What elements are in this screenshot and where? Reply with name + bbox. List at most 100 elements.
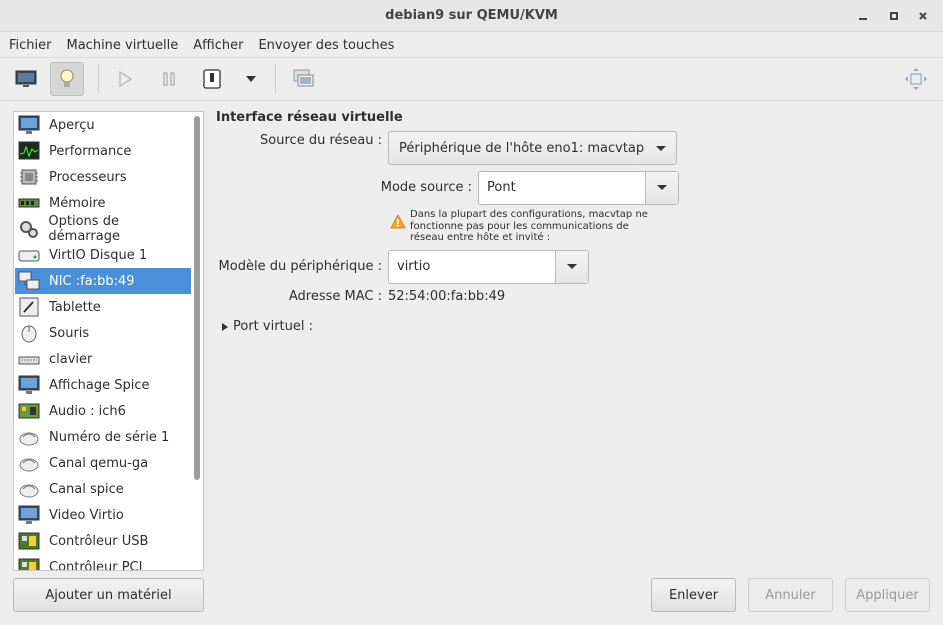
console-view-button[interactable] xyxy=(9,62,43,96)
hardware-list-item[interactable]: Canal qemu-ga xyxy=(15,450,191,476)
snapshots-button[interactable] xyxy=(287,62,321,96)
hardware-list-item[interactable]: clavier xyxy=(15,346,191,372)
minimize-icon[interactable] xyxy=(855,8,871,24)
virtual-port-label: Port virtuel : xyxy=(233,319,314,334)
macvtap-warning-text: Dans la plupart des configurations, macv… xyxy=(410,209,648,243)
video-monitor-icon xyxy=(17,504,41,526)
network-source-value: Périphérique de l'hôte eno1: macvtap xyxy=(399,140,645,156)
hardware-list-items: Aperçu Performance Processeurs Mémoire Optio… xyxy=(15,112,191,571)
network-source-label: Source du réseau : xyxy=(260,133,382,148)
close-icon[interactable] xyxy=(915,8,931,24)
virtual-port-expander[interactable]: Port virtuel : xyxy=(221,319,313,334)
hardware-list-item[interactable]: Processeurs xyxy=(15,164,191,190)
hardware-list-item[interactable]: Aperçu xyxy=(15,112,191,138)
power-switch-icon xyxy=(203,69,221,89)
tablet-icon xyxy=(17,296,41,318)
details-view-button[interactable] xyxy=(50,62,84,96)
hardware-list-item-label: Options de démarrage xyxy=(48,214,120,244)
hardware-list-item-label: Audio : ich6 xyxy=(49,403,126,419)
hardware-list-item[interactable]: Souris xyxy=(15,320,191,346)
memory-module-icon xyxy=(17,192,41,214)
hardware-list-item[interactable]: VirtIO Disque 1 xyxy=(15,242,191,268)
hardware-list[interactable]: Aperçu Performance Processeurs Mémoire Optio… xyxy=(13,111,204,571)
monitor-icon xyxy=(15,70,37,87)
channel-icon xyxy=(17,452,41,474)
hardware-list-item-label: Souris xyxy=(49,325,90,341)
hardware-list-item-label: Tablette xyxy=(49,299,101,315)
hardware-list-item-label: Mémoire xyxy=(49,195,106,211)
menu-view[interactable]: Afficher xyxy=(193,38,243,53)
expander-arrow-icon xyxy=(222,322,228,331)
remove-button[interactable]: Enlever xyxy=(651,578,736,612)
device-model-combo[interactable]: virtio xyxy=(388,250,589,284)
warning-icon xyxy=(390,214,406,229)
hardware-list-item[interactable]: Performance xyxy=(15,138,191,164)
hardware-list-item-label: NIC :fa:bb:49 xyxy=(49,273,135,289)
hardware-list-item-label: Affichage Spice xyxy=(49,377,150,393)
serial-port-icon xyxy=(17,426,41,448)
hardware-list-item-label: Numéro de série 1 xyxy=(49,429,170,445)
keyboard-icon xyxy=(17,348,41,370)
hardware-list-item[interactable]: Canal spice xyxy=(15,476,191,502)
hardware-list-item-label: Contrôleur PCI xyxy=(49,559,143,571)
cancel-button[interactable]: Annuler xyxy=(748,578,833,612)
channel-icon xyxy=(17,478,41,500)
apply-button[interactable]: Appliquer xyxy=(845,578,930,612)
network-source-select[interactable]: Périphérique de l'hôte eno1: macvtap xyxy=(388,131,677,165)
chevron-down-icon xyxy=(656,146,666,151)
toolbar xyxy=(0,57,943,101)
menu-send-keys[interactable]: Envoyer des touches xyxy=(258,38,394,53)
hardware-list-item[interactable]: Affichage Spice xyxy=(15,372,191,398)
hardware-list-item-label: Aperçu xyxy=(49,117,95,133)
performance-chart-icon xyxy=(17,140,41,162)
hardware-list-item[interactable]: Numéro de série 1 xyxy=(15,424,191,450)
shutdown-menu-button[interactable] xyxy=(234,62,268,96)
hardware-list-item[interactable]: Contrôleur USB xyxy=(15,528,191,554)
source-mode-value: Pont xyxy=(487,180,516,195)
mouse-icon xyxy=(17,322,41,344)
pause-icon xyxy=(163,72,175,86)
run-button[interactable] xyxy=(108,62,142,96)
maximize-icon[interactable] xyxy=(886,8,902,24)
hardware-list-item[interactable]: Contrôleur PCI xyxy=(15,554,191,571)
device-model-dropdown-button[interactable] xyxy=(555,251,588,283)
chevron-down-icon xyxy=(246,76,256,82)
title-bar: debian9 sur QEMU/KVM xyxy=(0,0,943,32)
lightbulb-icon xyxy=(60,69,74,87)
fullscreen-button[interactable] xyxy=(899,62,933,96)
sound-card-icon xyxy=(17,400,41,422)
hardware-list-scrollbar[interactable] xyxy=(194,116,200,480)
add-hardware-button[interactable]: Ajouter un matériel xyxy=(13,578,204,612)
menu-file[interactable]: Fichier xyxy=(9,38,52,53)
controller-board-icon xyxy=(17,556,41,570)
boot-gears-icon xyxy=(17,218,40,240)
fullscreen-arrows-icon xyxy=(905,68,927,90)
hardware-list-item-label: Processeurs xyxy=(49,169,127,185)
snapshots-icon xyxy=(293,69,314,87)
hardware-list-item[interactable]: NIC :fa:bb:49 xyxy=(15,268,191,294)
disk-drive-icon xyxy=(17,244,41,266)
mac-address-value: 52:54:00:fa:bb:49 xyxy=(388,289,506,304)
hardware-list-item-label: clavier xyxy=(49,351,93,367)
hardware-list-item-label: Canal qemu-ga xyxy=(49,455,149,471)
pause-button[interactable] xyxy=(152,62,186,96)
source-mode-dropdown-button[interactable] xyxy=(645,172,678,204)
hardware-list-item[interactable]: Mémoire xyxy=(15,190,191,216)
controller-board-icon xyxy=(17,530,41,552)
mac-address-label: Adresse MAC : xyxy=(288,289,382,304)
hardware-list-item[interactable]: Video Virtio xyxy=(15,502,191,528)
source-mode-combo[interactable]: Pont xyxy=(478,171,679,205)
hardware-list-item[interactable]: Options de démarrage xyxy=(15,214,191,244)
menu-virtual-machine[interactable]: Machine virtuelle xyxy=(67,38,179,53)
device-model-value: virtio xyxy=(397,259,431,274)
shutdown-button[interactable] xyxy=(195,62,229,96)
hardware-list-item[interactable]: Tablette xyxy=(15,294,191,320)
hardware-list-item[interactable]: Audio : ich6 xyxy=(15,398,191,424)
device-model-label: Modèle du périphérique : xyxy=(218,259,382,274)
hardware-list-item-label: Video Virtio xyxy=(49,507,124,523)
monitor-icon xyxy=(17,114,41,136)
hardware-list-item-label: Canal spice xyxy=(49,481,124,497)
hardware-list-item-label: Performance xyxy=(49,143,132,159)
hardware-list-item-label: VirtIO Disque 1 xyxy=(49,247,148,263)
cpu-chip-icon xyxy=(17,166,41,188)
